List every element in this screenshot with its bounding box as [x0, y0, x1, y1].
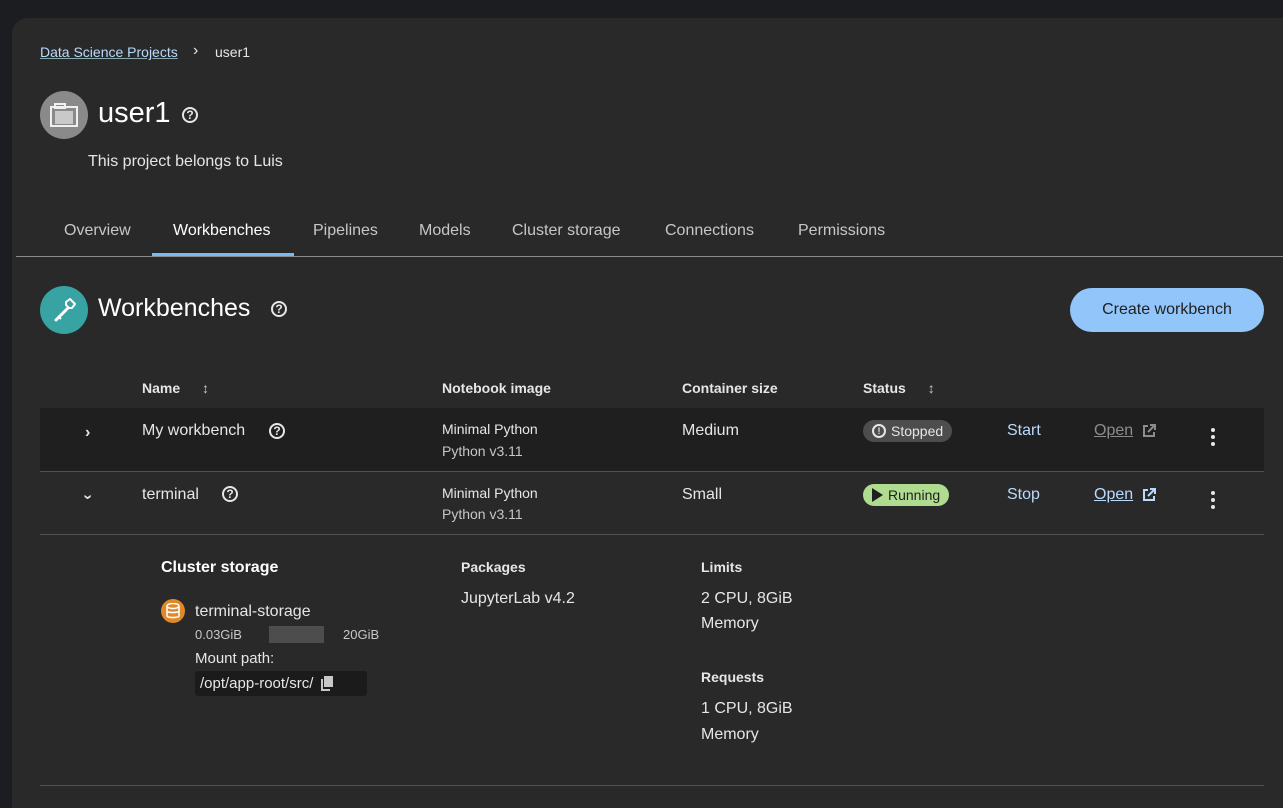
help-icon[interactable]: ? — [269, 423, 285, 439]
mount-path-value: /opt/app-root/src/ — [200, 675, 314, 692]
chevron-right-icon[interactable]: › — [85, 424, 90, 442]
external-link-icon — [1143, 424, 1157, 437]
container-size: Medium — [682, 422, 739, 439]
kebab-menu-icon[interactable] — [1211, 491, 1215, 509]
sort-icon[interactable]: ↕ — [928, 380, 935, 396]
table-row — [40, 472, 1264, 535]
storage-name: terminal-storage — [195, 603, 311, 620]
open-link[interactable]: Open — [1094, 486, 1157, 504]
open-link-disabled[interactable]: Open — [1094, 422, 1157, 440]
copy-icon[interactable] — [320, 676, 334, 691]
limits-memory-label: Memory — [701, 615, 759, 632]
project-description: This project belongs to Luis — [88, 153, 283, 170]
open-label: Open — [1094, 422, 1134, 439]
section-title: Workbenches — [98, 294, 251, 322]
sort-icon[interactable]: ↕ — [202, 380, 209, 396]
column-header-label: Status — [863, 380, 906, 396]
requests-heading: Requests — [701, 669, 765, 685]
status-label: Running — [888, 487, 941, 503]
help-icon[interactable]: ? — [182, 107, 198, 123]
tab-models[interactable]: Models — [419, 222, 471, 240]
tab-pipelines[interactable]: Pipelines — [313, 222, 378, 240]
start-button[interactable]: Start — [1007, 422, 1041, 440]
status-label: Stopped — [891, 423, 944, 439]
storage-used: 0.03GiB — [195, 627, 242, 642]
packages-heading: Packages — [461, 559, 526, 575]
image-version: Python v3.11 — [442, 443, 523, 459]
column-header-size: Container size — [682, 380, 778, 396]
workbench-name: My workbench — [142, 422, 246, 439]
tab-permissions[interactable]: Permissions — [798, 222, 885, 240]
image-name: Minimal Python — [442, 485, 538, 501]
packages-value: JupyterLab v4.2 — [461, 590, 575, 607]
wrench-icon — [40, 286, 88, 334]
column-header-status[interactable]: Status ↕ — [863, 380, 935, 396]
breadcrumb-chevron-icon: › — [193, 42, 199, 59]
open-label: Open — [1094, 486, 1134, 503]
image-version: Python v3.11 — [442, 506, 523, 522]
storage-usage-bar — [269, 626, 324, 643]
tab-bar: Overview Workbenches Pipelines Models Cl… — [16, 210, 1283, 257]
tab-connections[interactable]: Connections — [665, 222, 754, 240]
breadcrumb-parent-link[interactable]: Data Science Projects — [40, 44, 178, 60]
active-tab-indicator — [152, 253, 294, 256]
play-icon — [872, 488, 883, 502]
mount-path-label: Mount path: — [195, 650, 275, 667]
container-size: Small — [682, 486, 723, 503]
help-icon[interactable]: ? — [271, 301, 287, 317]
cluster-storage-heading: Cluster storage — [161, 559, 279, 576]
table-row — [40, 408, 1264, 472]
status-badge: Running — [863, 484, 950, 506]
column-header-image: Notebook image — [442, 380, 551, 396]
page-title: user1 — [98, 97, 171, 129]
folder-icon — [40, 91, 88, 139]
limits-cpu-memory: 2 CPU, 8GiB — [701, 590, 793, 607]
database-icon — [161, 599, 185, 623]
requests-cpu-memory: 1 CPU, 8GiB — [701, 700, 793, 717]
limits-heading: Limits — [701, 559, 743, 575]
image-name: Minimal Python — [442, 421, 538, 437]
tab-cluster-storage[interactable]: Cluster storage — [512, 222, 621, 240]
requests-memory-label: Memory — [701, 726, 759, 743]
column-header-label: Name — [142, 380, 181, 396]
stopped-icon: ! — [872, 424, 886, 438]
stop-button[interactable]: Stop — [1007, 486, 1040, 504]
breadcrumb-current: user1 — [215, 44, 251, 60]
create-workbench-button[interactable]: Create workbench — [1070, 288, 1264, 332]
external-link-icon — [1143, 488, 1157, 501]
help-icon[interactable]: ? — [222, 486, 238, 502]
divider — [40, 785, 1264, 786]
workbench-name: terminal — [142, 486, 199, 503]
status-badge: ! Stopped — [863, 420, 953, 442]
storage-total: 20GiB — [343, 627, 380, 642]
mount-path-code: /opt/app-root/src/ — [195, 671, 367, 696]
chevron-down-icon[interactable]: › — [79, 494, 97, 499]
kebab-menu-icon[interactable] — [1211, 428, 1215, 446]
tab-workbenches[interactable]: Workbenches — [173, 222, 271, 240]
tab-overview[interactable]: Overview — [64, 222, 131, 240]
column-header-name[interactable]: Name ↕ — [142, 380, 209, 396]
